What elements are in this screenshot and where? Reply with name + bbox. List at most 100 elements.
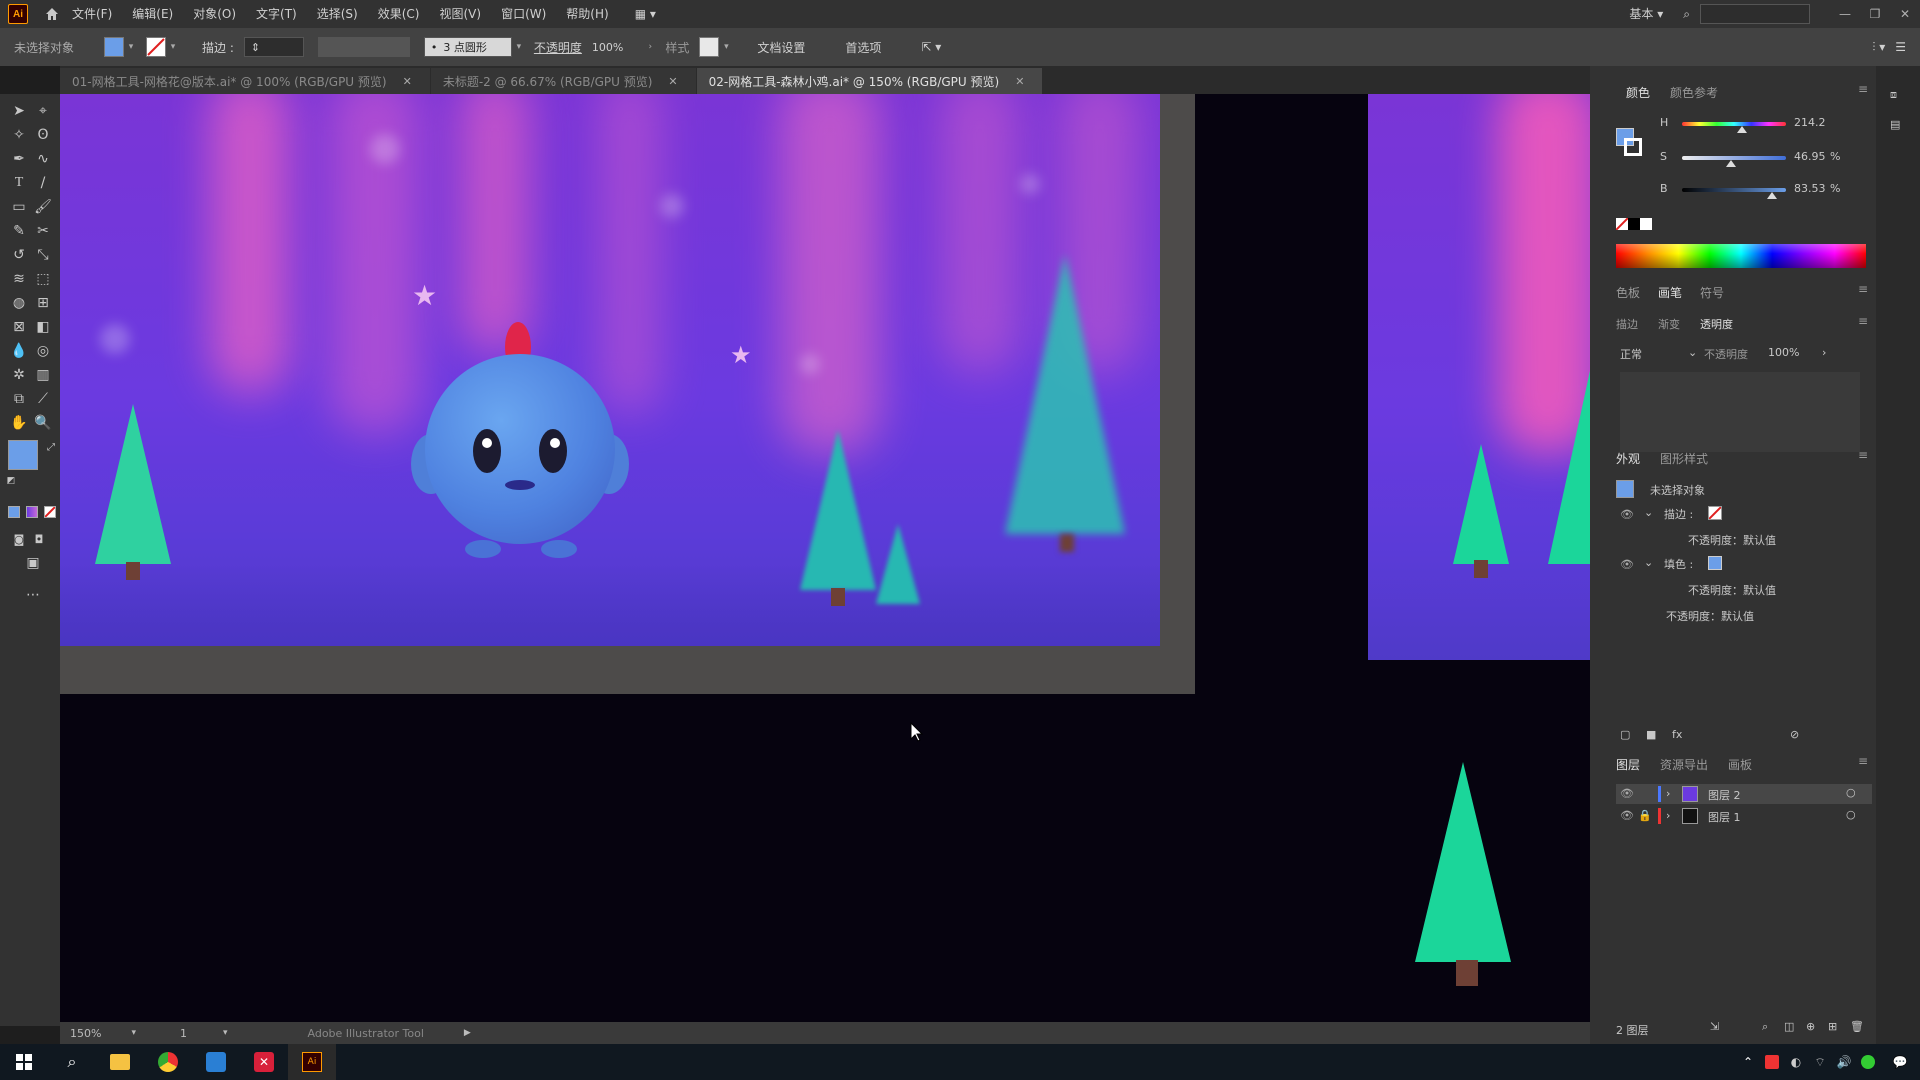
scale-tool-icon[interactable]: ⤡ <box>32 244 54 266</box>
pine-tree[interactable] <box>1415 762 1511 962</box>
tab-asset-export[interactable]: 资源导出 <box>1660 756 1708 773</box>
menu-file[interactable]: 文件(F) <box>62 0 122 28</box>
document-tab[interactable]: 未标题-2 @ 66.67% (RGB/GPU 预览) ✕ <box>430 68 696 94</box>
home-icon[interactable] <box>42 4 62 24</box>
artboard-number[interactable]: 1 <box>180 1027 187 1040</box>
draw-inside-icon[interactable]: ◘ <box>28 528 50 550</box>
menu-effect[interactable]: 效果(C) <box>368 0 430 28</box>
color-stroke-swatch[interactable] <box>1624 138 1642 156</box>
default-colors-icon[interactable]: ◩ <box>4 474 18 488</box>
eye-icon[interactable]: 👁 <box>1620 787 1634 800</box>
color-spectrum[interactable] <box>1616 244 1866 268</box>
app-icon-red[interactable]: ✕ <box>240 1044 288 1080</box>
appearance-opacity[interactable]: 不透明度：默认值 <box>1666 608 1754 624</box>
tray-app-icon[interactable] <box>1856 1044 1880 1080</box>
document-setup-button[interactable]: 文档设置 <box>757 39 805 56</box>
panel-menu-icon[interactable]: ≡ <box>1858 448 1868 462</box>
chevron-down-icon[interactable]: ▾ <box>166 42 180 52</box>
fx-icon[interactable]: fx <box>1672 728 1682 741</box>
tray-app-icon[interactable] <box>1760 1044 1784 1080</box>
chevron-down-icon[interactable]: ▾ <box>131 1028 136 1038</box>
appearance-fill-opacity[interactable]: 不透明度：默认值 <box>1688 582 1776 598</box>
illustrator-taskbar-icon[interactable]: Ai <box>288 1044 336 1080</box>
target-icon[interactable]: ○ <box>1846 786 1856 799</box>
scissors-tool-icon[interactable]: ✂ <box>32 220 54 242</box>
tab-color-guide[interactable]: 颜色参考 <box>1670 84 1718 101</box>
layer-name[interactable]: 图层 1 <box>1708 809 1741 825</box>
type-tool-icon[interactable]: T <box>8 172 30 194</box>
clear-appearance-icon[interactable]: ⊘ <box>1790 728 1799 741</box>
menu-select[interactable]: 选择(S) <box>307 0 368 28</box>
blend-mode-select[interactable]: 正常 <box>1620 346 1642 362</box>
minimize-button[interactable]: — <box>1830 0 1860 28</box>
panel-options-icon[interactable]: ⫶ ▾ <box>1872 40 1885 55</box>
menu-object[interactable]: 对象(O) <box>183 0 246 28</box>
direct-selection-tool-icon[interactable]: ⌖ <box>32 100 54 122</box>
stroke-swatch[interactable] <box>146 37 167 57</box>
appearance-fill-label[interactable]: 填色 : <box>1664 556 1693 572</box>
column-graph-tool-icon[interactable]: ▥ <box>32 364 54 386</box>
chevron-down-icon[interactable]: ⌄ <box>1644 506 1653 519</box>
layer-row[interactable]: 👁 › 图层 2 ○ <box>1616 784 1872 804</box>
maximize-button[interactable]: ❐ <box>1860 0 1890 28</box>
menu-view[interactable]: 视图(V) <box>429 0 491 28</box>
search-icon[interactable]: ⌕ <box>1673 0 1700 28</box>
mesh-tool-icon[interactable]: ⊠ <box>8 316 30 338</box>
close-icon[interactable]: ✕ <box>1015 75 1024 88</box>
menu-edit[interactable]: 编辑(E) <box>122 0 183 28</box>
stroke-weight-input[interactable]: ⇕ <box>243 37 304 57</box>
workspace-switcher[interactable]: 基本 ▾ <box>1619 0 1673 28</box>
transparency-opacity-value[interactable]: 100% <box>1768 346 1799 359</box>
line-tool-icon[interactable]: / <box>32 172 54 194</box>
eye-icon[interactable]: 👁 <box>1620 558 1634 571</box>
properties-icon[interactable]: ⧈ <box>1890 88 1897 102</box>
menu-window[interactable]: 窗口(W) <box>491 0 556 28</box>
artboard-forest-chick[interactable]: ★ ★ <box>60 94 1160 646</box>
tab-brushes[interactable]: 画笔 <box>1658 284 1682 301</box>
magic-wand-tool-icon[interactable]: ✧ <box>8 124 30 146</box>
hue-slider-thumb[interactable] <box>1737 126 1747 133</box>
document-tab[interactable]: 01-网格工具-网格花@版本.ai* @ 100% (RGB/GPU 预览) ✕ <box>60 68 430 94</box>
none-mode-icon[interactable] <box>44 506 56 518</box>
chevron-down-icon[interactable]: ▾ <box>719 42 733 52</box>
tab-color[interactable]: 颜色 <box>1626 84 1650 101</box>
opacity-label[interactable]: 不透明度 <box>534 39 582 56</box>
blend-tool-icon[interactable]: ◎ <box>32 340 54 362</box>
chevron-down-icon[interactable]: ▾ <box>124 42 138 52</box>
hue-value[interactable]: 214.2 <box>1794 116 1826 129</box>
tab-swatches[interactable]: 色板 <box>1616 284 1640 301</box>
appearance-stroke-label[interactable]: 描边 : <box>1664 506 1693 522</box>
add-stroke-icon[interactable]: ▢ <box>1620 728 1630 741</box>
chrome-icon[interactable] <box>144 1044 192 1080</box>
chevron-right-icon[interactable]: › <box>1666 787 1670 800</box>
tab-artboards[interactable]: 画板 <box>1728 756 1752 773</box>
tab-transparency[interactable]: 透明度 <box>1700 316 1733 332</box>
appearance-stroke-opacity[interactable]: 不透明度：默认值 <box>1688 532 1776 548</box>
chick-character[interactable] <box>405 314 635 558</box>
eye-icon[interactable]: 👁 <box>1620 809 1634 822</box>
white-swatch[interactable] <box>1640 218 1652 230</box>
search-icon[interactable]: ⌕ <box>48 1044 96 1080</box>
tab-symbols[interactable]: 符号 <box>1700 284 1724 301</box>
shape-builder-tool-icon[interactable]: ◍ <box>8 292 30 314</box>
hand-tool-icon[interactable]: ✋ <box>8 412 30 434</box>
screen-mode-icon[interactable]: ▣ <box>22 552 44 574</box>
artboard-tool-icon[interactable]: ⧉ <box>8 388 30 410</box>
chevron-down-icon[interactable]: ▾ <box>223 1028 228 1038</box>
artboard-secondary[interactable] <box>1368 94 1590 660</box>
saturation-slider-thumb[interactable] <box>1726 160 1736 167</box>
panel-menu-icon[interactable]: ≡ <box>1858 282 1868 296</box>
edit-toolbar-icon[interactable]: ⋯ <box>22 584 44 606</box>
chevron-down-icon[interactable]: ⌄ <box>1688 346 1697 359</box>
chevron-down-icon[interactable]: ▾ <box>512 42 526 52</box>
close-window-button[interactable]: ✕ <box>1890 0 1920 28</box>
tab-gradient[interactable]: 渐变 <box>1658 316 1680 332</box>
appearance-stroke-swatch[interactable] <box>1708 506 1722 520</box>
chevron-right-icon[interactable]: › <box>1666 809 1670 822</box>
hue-slider[interactable] <box>1682 122 1786 126</box>
notifications-icon[interactable]: 💬 <box>1880 1044 1920 1080</box>
search-stock-input[interactable] <box>1700 4 1810 24</box>
add-fill-icon[interactable]: ■ <box>1646 728 1656 741</box>
export-icon[interactable]: ⇲ <box>1710 1020 1719 1033</box>
draw-mode-icon[interactable]: ◙ <box>8 528 30 550</box>
